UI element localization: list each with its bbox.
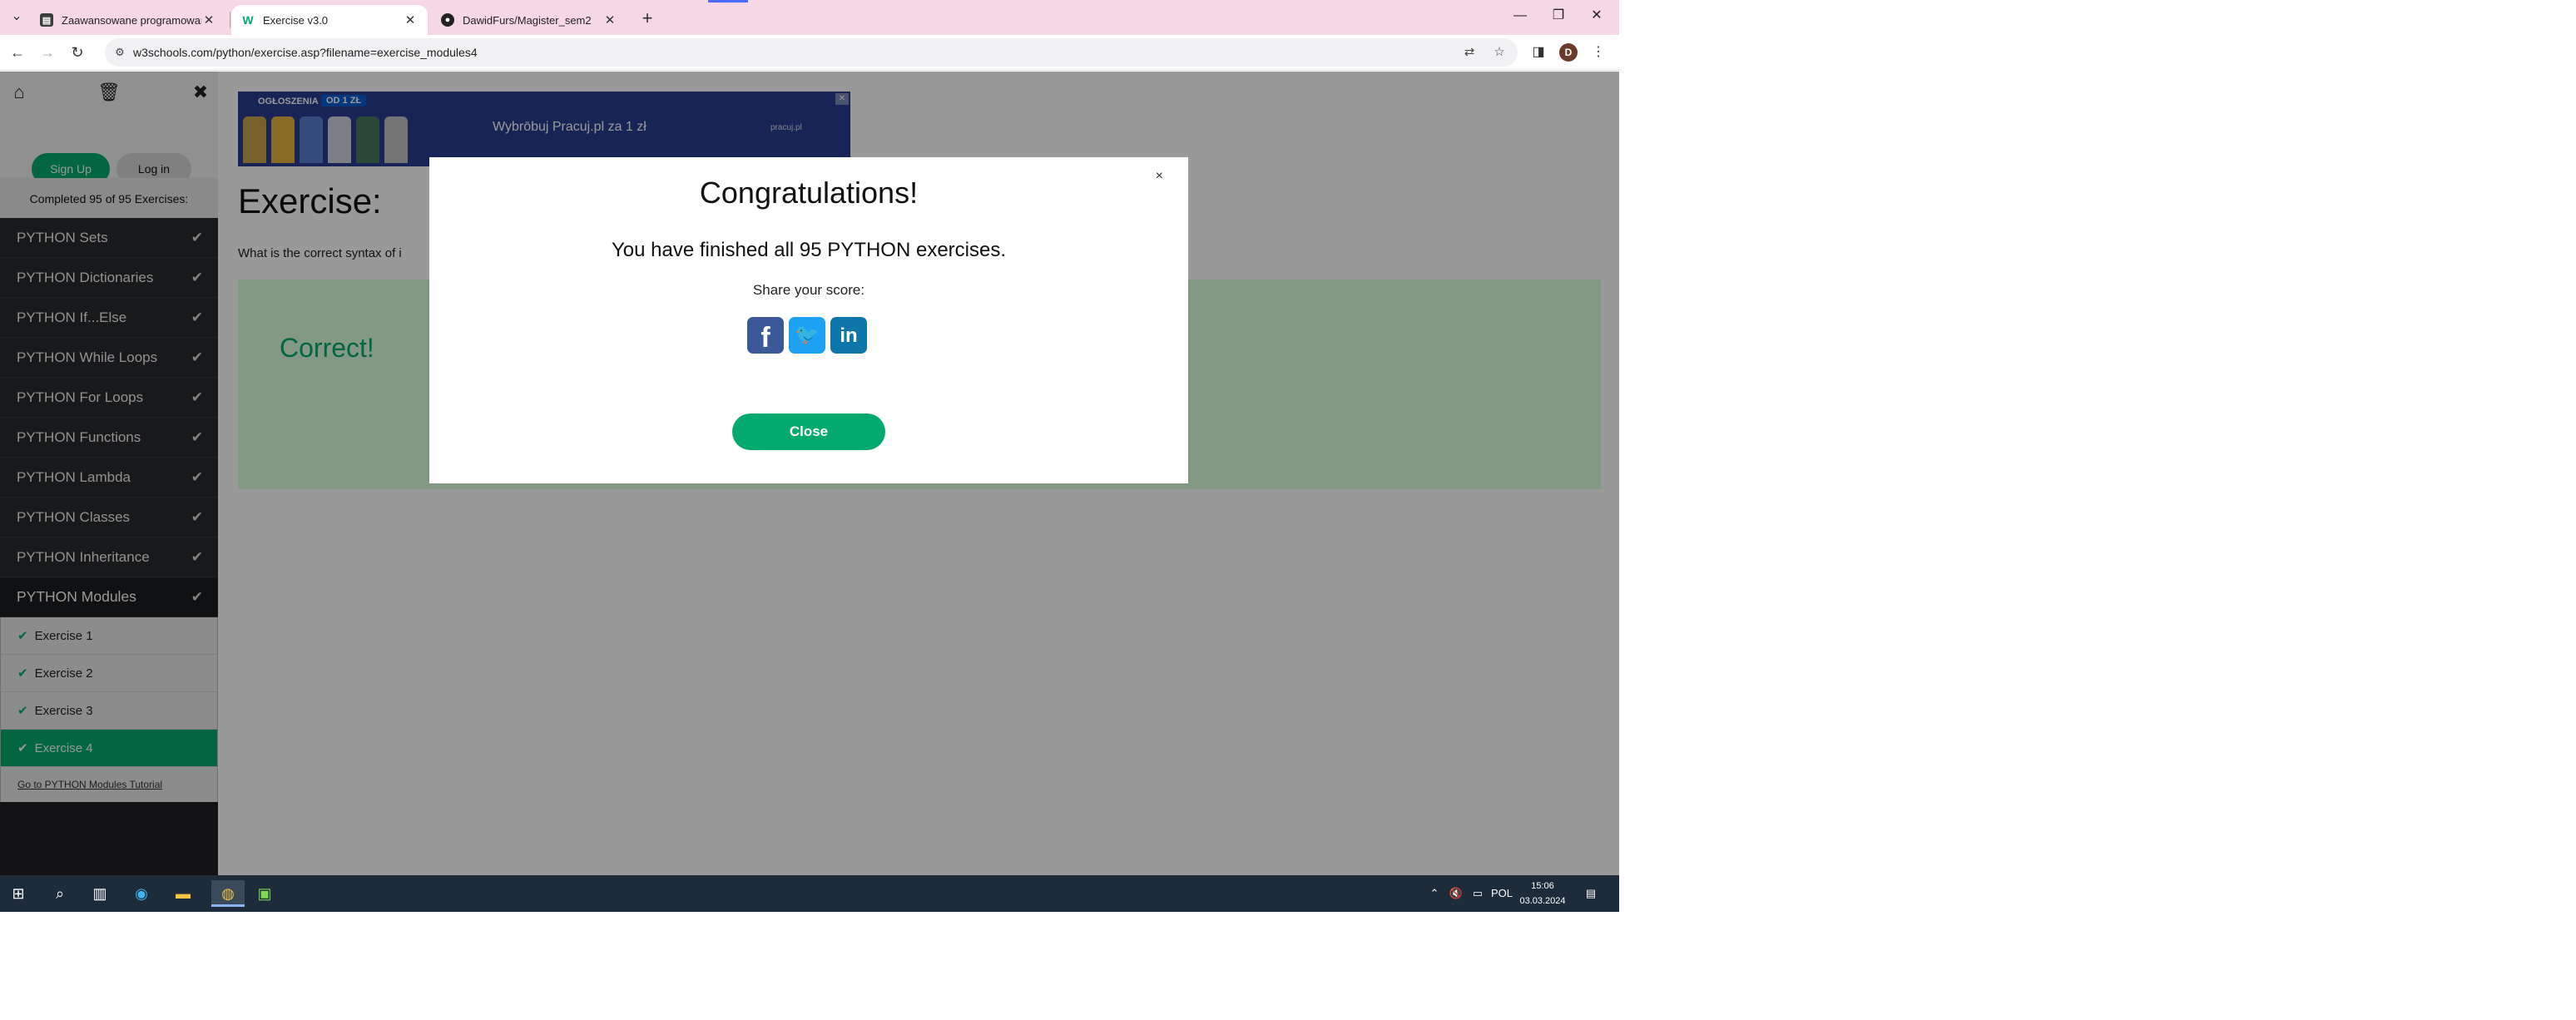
tab-close-icon[interactable]: ✕ [403, 12, 418, 27]
search-icon[interactable]: ⌕ [47, 880, 73, 907]
task-view-icon[interactable]: ▥ [87, 880, 113, 907]
forward-arrow-icon[interactable]: → [37, 42, 58, 63]
file-explorer-icon[interactable]: ▬ [170, 880, 196, 907]
w3schools-icon: W [242, 13, 254, 27]
tab-exercise[interactable]: W Exercise v3.0 ✕ [231, 5, 428, 35]
menu-kebab-icon[interactable]: ⋮ [1589, 43, 1608, 62]
highlight-mark [708, 0, 748, 2]
web-page: ⌂ 🗑 ✖ Sign Up Log in Completed 95 of 95 … [0, 72, 1619, 875]
share-label: Share your score: [752, 282, 865, 298]
modal-message: You have finished all 95 PYTHON exercise… [611, 239, 1007, 261]
windows-taskbar: ⊞ ⌕ ▥ ◉ ▬ ◍ ▣ ⌃ 🔇 ▭ POL 15:06 03.03.2024… [0, 875, 1619, 912]
restore-icon[interactable]: ❐ [1539, 0, 1578, 33]
share-buttons: f 🐦 in [747, 317, 872, 355]
modal-title: Congratulations! [699, 176, 919, 210]
edge-icon[interactable]: ◉ [128, 880, 155, 907]
back-arrow-icon[interactable]: ← [7, 42, 28, 63]
windows-start-icon[interactable]: ⊞ [5, 880, 32, 907]
new-tab-plus-icon[interactable]: + [636, 7, 659, 30]
address-bar[interactable]: ⚙ w3schools.com/python/exercise.asp?file… [105, 38, 1518, 67]
linkedin-icon[interactable]: in [830, 317, 867, 354]
clock-date: 03.03.2024 [1519, 896, 1566, 906]
tray-chevron-icon[interactable]: ⌃ [1426, 875, 1443, 912]
chrome-icon[interactable]: ◍ [211, 880, 245, 907]
translate-icon[interactable]: ⇄ [1461, 44, 1478, 61]
site-info-icon[interactable]: ⚙ [113, 46, 126, 59]
bookmark-star-icon[interactable]: ☆ [1491, 44, 1508, 61]
close-button[interactable]: Close [732, 413, 885, 450]
screen: ⌄ ▤ Zaawansowane programowanie ✕ W Exerc… [0, 0, 1619, 912]
tab-close-icon[interactable]: ✕ [602, 12, 617, 27]
twitter-icon[interactable]: 🐦 [789, 317, 825, 354]
network-icon[interactable]: ▭ [1468, 875, 1488, 912]
tab-github[interactable]: ● DawidFurs/Magister_sem2 ✕ [431, 5, 627, 35]
system-clock[interactable]: 15:06 03.03.2024 [1518, 879, 1568, 909]
side-panel-icon[interactable]: ◨ [1529, 43, 1548, 62]
facebook-icon[interactable]: f [747, 317, 784, 354]
volume-muted-icon[interactable]: 🔇 [1446, 875, 1466, 912]
clock-time: 15:06 [1531, 881, 1554, 891]
tab-close-icon[interactable]: ✕ [201, 12, 216, 27]
pycharm-icon[interactable]: ▣ [251, 880, 278, 907]
notifications-icon[interactable]: ▤ [1579, 875, 1603, 912]
window-close-icon[interactable]: ✕ [1578, 0, 1616, 33]
reload-icon[interactable]: ↻ [67, 42, 88, 63]
tab-zaawansowane[interactable]: ▤ Zaawansowane programowanie ✕ [30, 5, 226, 35]
language-indicator[interactable]: POL [1489, 875, 1514, 912]
document-icon: ▤ [40, 13, 53, 27]
profile-avatar[interactable]: D [1559, 43, 1578, 62]
tab-search-chevron-icon[interactable]: ⌄ [5, 5, 28, 28]
browser-toolbar: ← → ↻ ⚙ w3schools.com/python/exercise.as… [0, 35, 1619, 71]
github-icon: ● [441, 13, 454, 27]
tab-strip: ⌄ ▤ Zaawansowane programowanie ✕ W Exerc… [0, 0, 1619, 35]
minimize-icon[interactable]: — [1501, 0, 1539, 33]
congratulations-modal: × Congratulations! You have finished all… [429, 157, 1188, 483]
url-text[interactable]: w3schools.com/python/exercise.asp?filena… [133, 38, 478, 67]
